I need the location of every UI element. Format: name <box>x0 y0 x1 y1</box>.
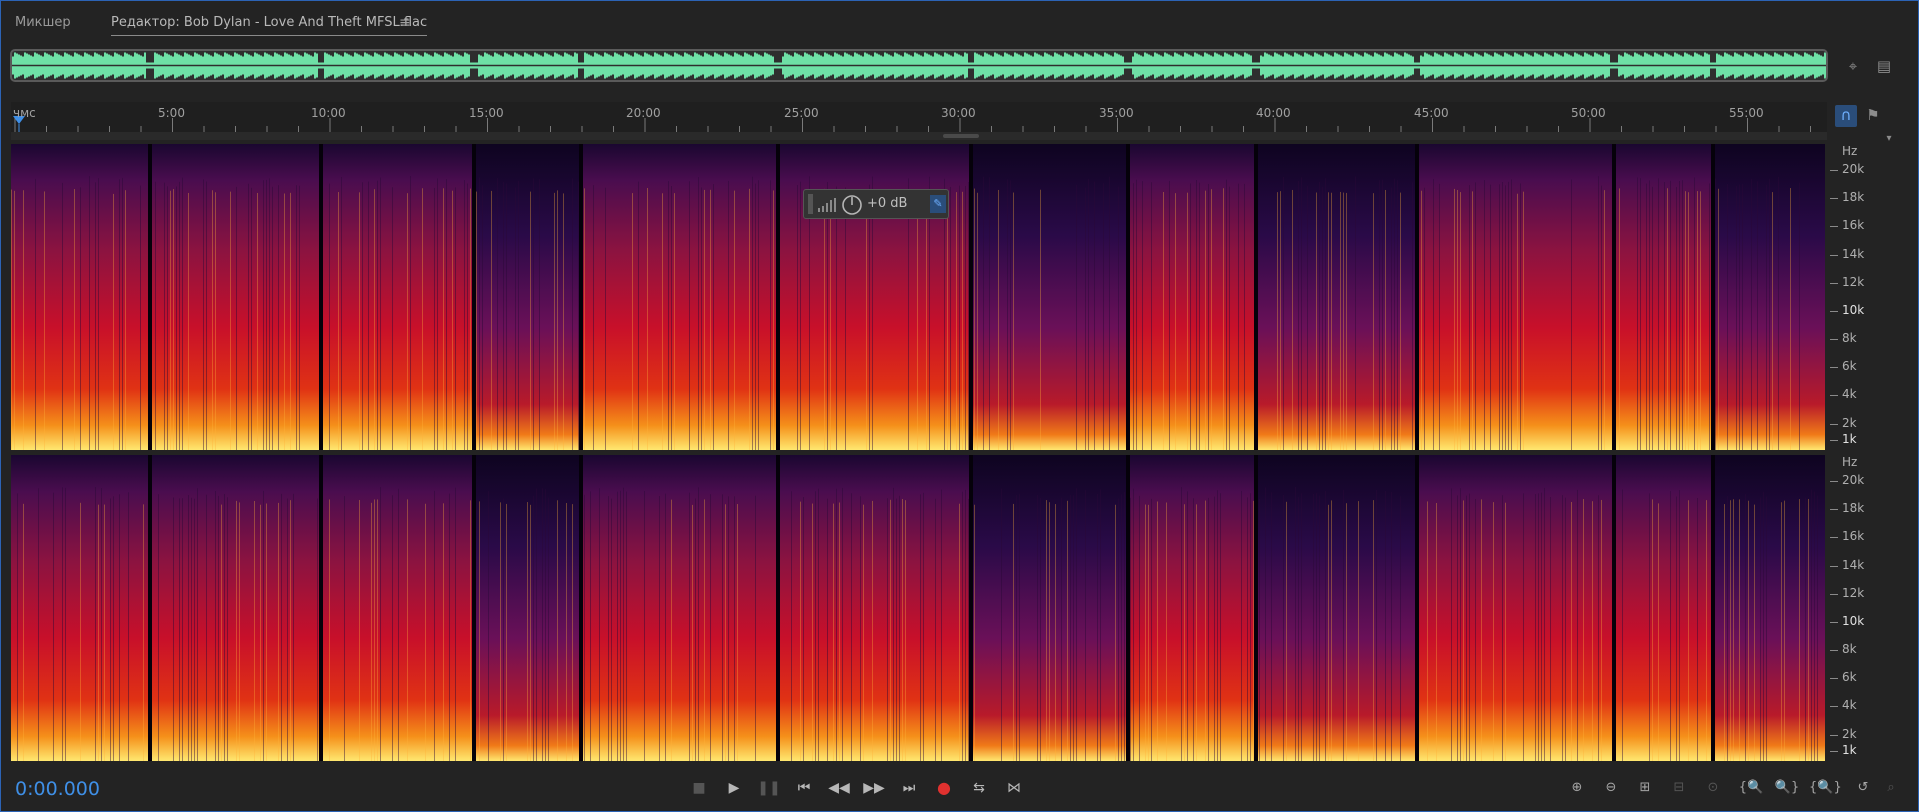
ruler-ticks <box>13 116 1811 132</box>
zoom-to-selection-icon[interactable]: ⌖ <box>1843 56 1863 76</box>
tab-editor[interactable]: Редактор: Bob Dylan - Love And Theft MFS… <box>111 15 428 36</box>
tab-menu-icon[interactable]: ≡ <box>399 15 411 31</box>
spectrogram-channel-right[interactable] <box>11 455 1825 761</box>
hz-label: 20k <box>1842 473 1865 487</box>
ruler-label: 55:00 <box>1729 106 1764 120</box>
skip-selection-icon[interactable]: ⋈ <box>1000 775 1028 801</box>
zoom-out-point-icon[interactable]: 🔍} <box>1773 775 1801 801</box>
ruler-label: 35:00 <box>1099 106 1134 120</box>
hz-scale-right: Hz 20k 18k 16k 14k 12k 10k 8k 6k 4k 2k 1… <box>1830 455 1919 761</box>
hz-scale-left: Hz 20k 18k 16k 14k 12k 10k 8k 6k 4k 2k 1… <box>1830 144 1919 450</box>
loop-icon[interactable]: ⇆ <box>965 775 993 801</box>
time-ruler[interactable]: чмс 5:00 10:00 15:00 20:00 25:00 30:00 3… <box>11 102 1827 132</box>
hz-label: 12k <box>1842 275 1865 289</box>
snap-icon[interactable]: ∩ <box>1835 105 1857 127</box>
record-icon[interactable]: ● <box>930 775 958 801</box>
hz-label: 10k <box>1842 614 1865 628</box>
ruler-label: 45:00 <box>1414 106 1449 120</box>
hz-label: 18k <box>1842 190 1865 204</box>
hz-label: 16k <box>1842 218 1865 232</box>
hz-label: 14k <box>1842 558 1865 572</box>
scrollbar-thumb[interactable] <box>943 134 979 138</box>
ruler-label: 50:00 <box>1571 106 1606 120</box>
zoom-in-time-icon[interactable]: ⊞ <box>1631 775 1659 801</box>
app-window: Микшер Редактор: Bob Dylan - Love And Th… <box>0 0 1919 812</box>
pause-icon[interactable]: ❚❚ <box>755 775 783 801</box>
hz-label: 2k <box>1842 727 1857 741</box>
panel-tabs: Микшер Редактор: Bob Dylan - Love And Th… <box>1 1 1919 41</box>
marker-pin-icon[interactable]: ⚑ <box>1863 105 1883 125</box>
panel-options-icon[interactable]: ▤ <box>1874 56 1894 76</box>
ruler-label: 40:00 <box>1256 106 1291 120</box>
hz-label: 16k <box>1842 529 1865 543</box>
hz-unit: Hz <box>1842 144 1858 158</box>
zoom-full-icon[interactable]: ⊙ <box>1699 775 1727 801</box>
overview-waveform-graphic <box>12 52 1826 79</box>
rewind-icon[interactable]: ◀◀ <box>825 775 853 801</box>
horizontal-scrollbar[interactable] <box>11 132 1827 140</box>
zoom-tool-icon[interactable]: ⌕ <box>1877 775 1905 801</box>
ruler-label: 25:00 <box>784 106 819 120</box>
zoom-reset-icon[interactable]: ↺ <box>1849 775 1877 801</box>
zoom-in-amplitude-icon[interactable]: ⊕ <box>1563 775 1591 801</box>
hz-unit: Hz <box>1842 455 1858 469</box>
hz-label: 8k <box>1842 642 1857 656</box>
hz-label: 1k <box>1842 743 1857 757</box>
level-meter-icon <box>818 198 836 212</box>
hz-label: 20k <box>1842 162 1865 176</box>
hz-label: 10k <box>1842 303 1865 317</box>
hz-label: 8k <box>1842 331 1857 345</box>
zoom-out-time-icon[interactable]: ⊟ <box>1665 775 1693 801</box>
ruler-label: 30:00 <box>941 106 976 120</box>
zoom-out-amplitude-icon[interactable]: ⊖ <box>1597 775 1625 801</box>
hz-label: 2k <box>1842 416 1857 430</box>
hz-label: 14k <box>1842 247 1865 261</box>
drag-handle[interactable] <box>808 194 813 214</box>
hz-label: 12k <box>1842 586 1865 600</box>
hz-label: 18k <box>1842 501 1865 515</box>
hz-label: 4k <box>1842 387 1857 401</box>
fast-forward-icon[interactable]: ▶▶ <box>860 775 888 801</box>
zoom-in-point-icon[interactable]: {🔍 <box>1737 775 1765 801</box>
hz-label: 6k <box>1842 670 1857 684</box>
spectrogram-right-graphic <box>11 455 1825 761</box>
volume-hud[interactable]: +0 dB ✎ <box>803 189 949 219</box>
pin-icon[interactable]: ✎ <box>930 195 946 213</box>
hz-label: 6k <box>1842 359 1857 373</box>
play-icon[interactable]: ▶ <box>720 775 748 801</box>
ruler-label: 20:00 <box>626 106 661 120</box>
ruler-label: 5:00 <box>158 106 185 120</box>
overview-waveform[interactable] <box>10 49 1828 82</box>
skip-forward-icon[interactable]: ⏭ <box>895 775 923 801</box>
zoom-to-selection-icon[interactable]: {🔍} <box>1809 775 1842 801</box>
volume-knob-icon[interactable] <box>841 194 863 216</box>
ruler-unit: чмс <box>13 106 36 120</box>
ruler-label: 15:00 <box>469 106 504 120</box>
hz-label: 1k <box>1842 432 1857 446</box>
skip-back-icon[interactable]: ⏮ <box>790 775 818 801</box>
stop-icon[interactable]: ■ <box>685 775 713 801</box>
current-time[interactable]: 0:00.000 <box>15 778 100 800</box>
hz-label: 4k <box>1842 698 1857 712</box>
tab-mixer[interactable]: Микшер <box>15 15 71 30</box>
ruler-label: 10:00 <box>311 106 346 120</box>
volume-value[interactable]: +0 dB <box>867 196 907 211</box>
